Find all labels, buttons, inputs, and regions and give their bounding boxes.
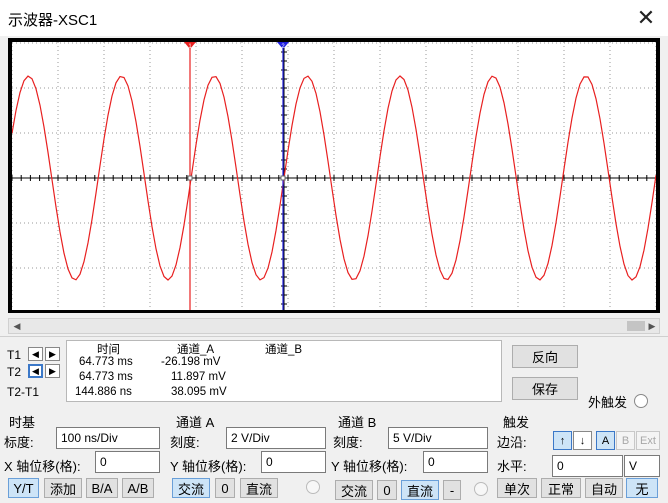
scroll-right-icon[interactable]: ▶ <box>645 319 659 333</box>
cursor-readout-table: 时间 通道_A 通道_B 64.773 ms -26.198 mV 64.773… <box>66 340 502 402</box>
row1-time: 64.773 ms <box>79 356 133 368</box>
row3-time: 144.886 ns <box>75 386 132 398</box>
scope-screen: 12 <box>12 42 656 310</box>
channel-b-scale-label: 刻度: <box>333 435 363 450</box>
channel-b-zero-button[interactable]: 0 <box>377 480 397 500</box>
external-trigger-radio[interactable] <box>634 394 648 408</box>
trigger-level-field[interactable]: 0 <box>552 455 623 477</box>
channel-b-radio[interactable] <box>474 482 488 496</box>
trigger-none-button[interactable]: 无 <box>626 478 658 498</box>
trigger-single-button[interactable]: 单次 <box>497 478 537 498</box>
trigger-title: 触发 <box>503 415 530 430</box>
scroll-left-icon[interactable]: ◀ <box>10 319 24 333</box>
save-button[interactable]: 保存 <box>512 377 578 400</box>
row3-channel-a: 38.095 mV <box>171 386 227 398</box>
t1-label: T1 <box>7 348 22 362</box>
header-channel-a: 通道_A <box>177 344 215 356</box>
trigger-source-a-button[interactable]: A <box>596 431 615 450</box>
scope-display: 12 <box>12 42 656 310</box>
mode-b-over-a-button[interactable]: B/A <box>86 478 118 498</box>
channel-a-zero-button[interactable]: 0 <box>215 478 235 498</box>
trigger-source-b-button[interactable]: B <box>616 431 635 450</box>
t1-left-button[interactable]: ◀ <box>28 347 43 361</box>
trigger-source-ext-button[interactable]: Ext <box>636 431 660 450</box>
mode-a-over-b-button[interactable]: A/B <box>122 478 154 498</box>
reverse-button[interactable]: 反向 <box>512 345 578 368</box>
channel-a-scale-field[interactable]: 2 V/Div <box>226 427 326 449</box>
t2-right-button[interactable]: ▶ <box>45 364 60 378</box>
t2-left-button[interactable]: ◀ <box>28 364 43 378</box>
channel-a-title: 通道 A <box>176 415 215 430</box>
timebase-title: 时基 <box>9 415 36 430</box>
row1-channel-a: -26.198 mV <box>161 356 221 368</box>
trigger-edge-label: 边沿: <box>497 435 527 450</box>
falling-edge-button[interactable]: ↓ <box>573 431 592 450</box>
timebase-scale-field[interactable]: 100 ns/Div <box>56 427 160 449</box>
channel-a-radio[interactable] <box>306 480 320 494</box>
cursor-1: 1 <box>184 42 196 310</box>
t1-right-button[interactable]: ▶ <box>45 347 60 361</box>
title-bar <box>0 0 668 36</box>
horizontal-scrollbar[interactable]: ◀ ▶ <box>8 318 660 334</box>
channel-b-dc-button[interactable]: 直流 <box>401 480 439 500</box>
t2-label: T2 <box>7 365 22 379</box>
channel-a-scale-label: 刻度: <box>170 435 200 450</box>
rising-edge-button[interactable]: ↑ <box>553 431 572 450</box>
header-time: 时间 <box>97 344 120 356</box>
channel-b-minus-button[interactable]: - <box>443 480 461 500</box>
row2-time: 64.773 ms <box>79 371 133 383</box>
x-position-label: X 轴位移(格): <box>4 459 81 474</box>
row2-channel-a: 11.897 mV <box>171 371 226 383</box>
scope-grid <box>12 42 656 310</box>
x-position-field[interactable]: 0 <box>95 451 160 473</box>
channel-b-ypos-field[interactable]: 0 <box>423 451 488 473</box>
external-trigger-label: 外触发 <box>588 395 628 410</box>
scroll-thumb[interactable] <box>627 321 645 331</box>
channel-a-ac-button[interactable]: 交流 <box>172 478 210 498</box>
channel-a-dc-button[interactable]: 直流 <box>240 478 278 498</box>
mode-add-button[interactable]: 添加 <box>44 478 82 498</box>
cursor-layer: 12 <box>184 42 289 310</box>
trigger-level-label: 水平: <box>497 459 527 474</box>
t2-t1-label: T2-T1 <box>7 385 40 399</box>
channel-b-ypos-label: Y 轴位移(格): <box>331 459 408 474</box>
channel-a-ypos-field[interactable]: 0 <box>261 451 326 473</box>
channel-b-ac-button[interactable]: 交流 <box>335 480 373 500</box>
channel-b-scale-field[interactable]: 5 V/Div <box>388 427 488 449</box>
window-title: 示波器-XSC1 <box>8 12 98 29</box>
trigger-auto-button[interactable]: 自动 <box>585 478 623 498</box>
trigger-level-unit[interactable]: V <box>624 455 660 477</box>
divider <box>0 336 668 337</box>
channel-a-ypos-label: Y 轴位移(格): <box>170 459 247 474</box>
mode-yt-button[interactable]: Y/T <box>8 478 39 498</box>
close-button[interactable]: ✕ <box>632 4 660 32</box>
trigger-normal-button[interactable]: 正常 <box>541 478 581 498</box>
channel-b-title: 通道 B <box>338 415 377 430</box>
timebase-scale-label: 标度: <box>4 435 34 450</box>
header-channel-b: 通道_B <box>265 344 303 356</box>
